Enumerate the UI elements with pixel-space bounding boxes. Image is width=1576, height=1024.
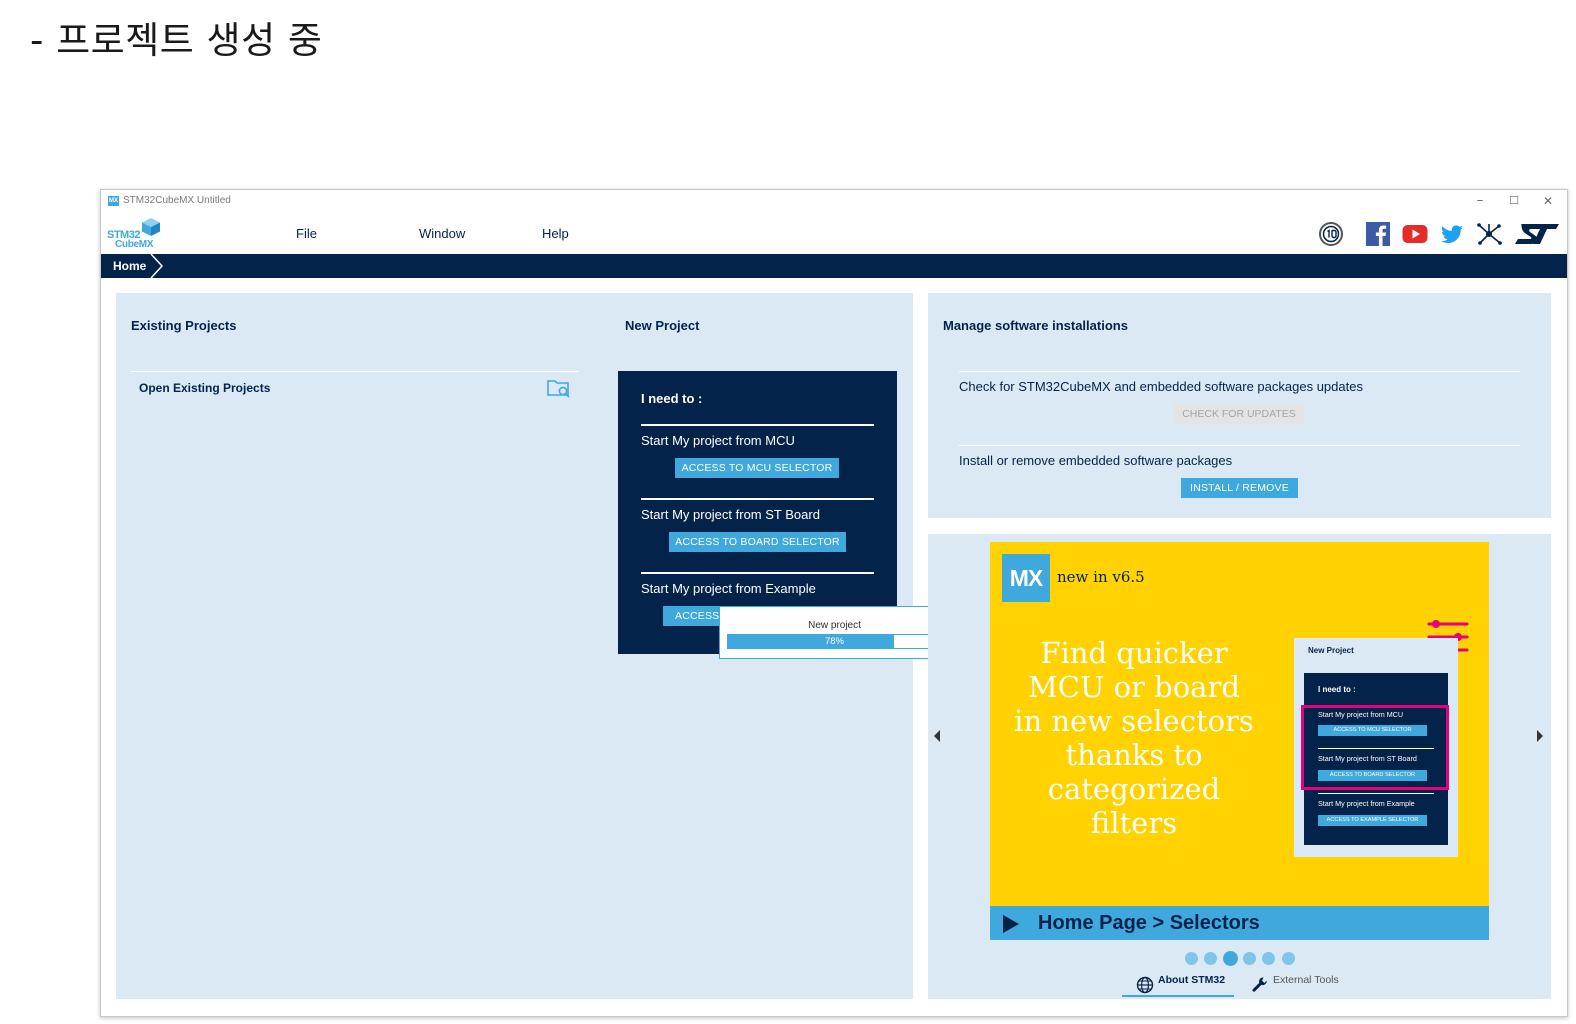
progress-percent: 78% [824,636,844,647]
carousel-prev-icon[interactable] [932,729,942,743]
carousel-dot[interactable] [1185,952,1198,965]
need-title: I need to : [641,391,703,406]
play-icon [1003,915,1019,933]
carousel-dot[interactable] [1281,952,1295,965]
manage-divider [959,445,1520,446]
breadcrumb-home-label: Home [113,259,147,273]
network-icon[interactable] [1475,220,1503,248]
progress-label: New project [808,620,861,631]
mini-divider [1318,793,1434,794]
ten-year-anniversary-icon[interactable] [1317,220,1345,248]
install-remove-button[interactable]: INSTALL / REMOVE [1181,478,1298,498]
banner-footer-text: Home Page > Selectors [1038,912,1260,934]
window-title: STM32CubeMX Untitled [123,195,231,206]
mini-option-label: Start My project from Example [1318,799,1415,808]
existing-projects-title: Existing Projects [131,318,237,333]
title-bar: MX STM32CubeMX Untitled – ☐ ✕ [101,190,1567,212]
tab-about-stm32[interactable]: About STM32 [1158,974,1225,986]
need-divider [641,498,874,500]
app-window: MX STM32CubeMX Untitled – ☐ ✕ STM32 Cube… [100,189,1568,1017]
globe-icon [1136,976,1154,994]
menu-help[interactable]: Help [542,226,569,241]
access-mcu-selector-button[interactable]: ACCESS TO MCU SELECTOR [675,458,839,478]
manage-divider [959,371,1520,372]
facebook-icon[interactable] [1364,220,1392,248]
need-divider [641,572,874,574]
stm32cubemx-logo: STM32 CubeMX [107,217,163,251]
banner-footer: Home Page > Selectors [990,906,1489,940]
mx-badge: MX [1002,554,1050,602]
manage-software-title: Manage software installations [943,318,1128,333]
tab-external-tools[interactable]: External Tools [1273,974,1339,986]
headline-line: categorized [1047,772,1221,806]
check-updates-text: Check for STM32CubeMX and embedded softw… [959,379,1363,394]
menu-bar: STM32 CubeMX File Window Help [101,212,1567,254]
headline-line: MCU or board [1028,670,1240,704]
nav-bar: Home [101,254,1567,278]
carousel-dot[interactable] [1223,952,1237,965]
folder-search-icon[interactable] [546,377,572,399]
mini-option-button: ACCESS TO EXAMPLE SELECTOR [1318,815,1427,826]
wrench-icon [1252,977,1267,992]
access-board-selector-button[interactable]: ACCESS TO BOARD SELECTOR [669,532,846,552]
headline-line: in new selectors [1014,704,1254,738]
headline-line: Find quicker [1040,636,1228,670]
close-button[interactable]: ✕ [1531,191,1565,211]
need-divider [641,424,874,426]
progress-bar: 78% [727,634,942,649]
highlight-frame [1301,705,1449,790]
twitter-icon[interactable] [1438,220,1466,248]
carousel-next-icon[interactable] [1535,729,1545,743]
headline-line: filters [1090,806,1178,840]
headline-line: thanks to [1065,738,1203,772]
youtube-icon[interactable] [1401,220,1429,248]
logo-line2: CubeMX [115,239,154,250]
st-logo-icon[interactable] [1513,220,1561,248]
option-board-label: Start My project from ST Board [641,507,820,522]
install-remove-text: Install or remove embedded software pack… [959,453,1233,468]
check-for-updates-button[interactable]: CHECK FOR UPDATES [1174,404,1304,424]
minimize-button[interactable]: – [1463,191,1497,211]
active-tab-underline [1122,995,1234,997]
news-banner[interactable]: MX new in v6.5 Find quicker MCU or board… [990,542,1489,940]
breadcrumb-chevron-icon [150,254,164,278]
new-project-title: New Project [625,318,700,333]
mini-need-title: I need to : [1318,685,1356,694]
breadcrumb-home[interactable]: Home [101,254,165,278]
maximize-button[interactable]: ☐ [1497,191,1531,211]
existing-projects-divider [131,371,579,372]
banner-headline: Find quicker MCU or board in new selecto… [1008,636,1260,840]
cube-icon [142,218,160,236]
menu-window[interactable]: Window [419,226,465,241]
new-project-progress-dialog: New project 78% [719,606,950,659]
option-mcu-label: Start My project from MCU [641,433,795,448]
new-in-version: new in v6.5 [1057,568,1145,586]
option-example-label: Start My project from Example [641,581,816,596]
menu-file[interactable]: File [296,226,317,241]
app-icon: MX [108,196,119,206]
open-existing-projects-label[interactable]: Open Existing Projects [139,381,270,395]
document-heading: - 프로젝트 생성 중 [30,19,323,62]
carousel-dot[interactable] [1242,952,1256,965]
mini-title: New Project [1308,646,1354,655]
